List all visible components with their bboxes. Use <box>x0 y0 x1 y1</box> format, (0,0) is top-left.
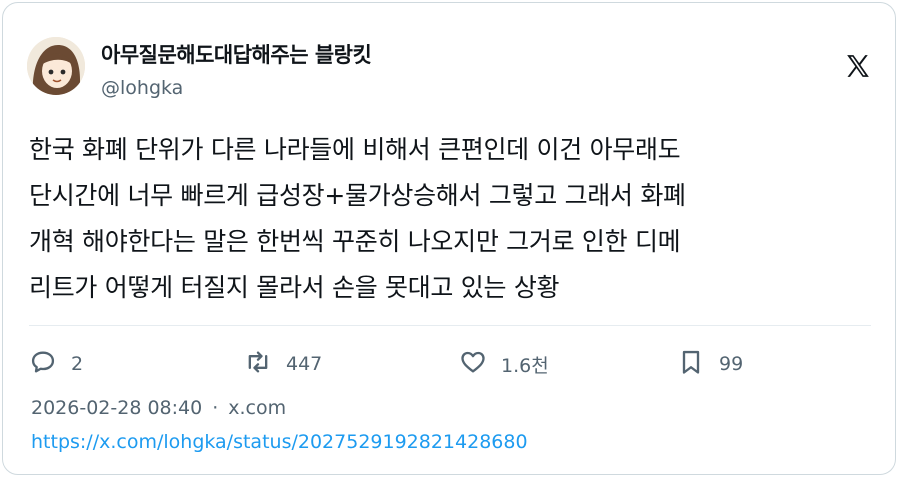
heart-icon <box>459 348 487 381</box>
bookmark-button[interactable]: 99 <box>677 346 743 382</box>
status-url-link[interactable]: https://x.com/lohgka/status/202752919282… <box>31 431 528 453</box>
timestamp[interactable]: 2026-02-28 08:40 <box>31 397 202 419</box>
x-logo-icon[interactable] <box>845 53 871 79</box>
source-site[interactable]: x.com <box>228 397 286 419</box>
like-count: 1.6천 <box>501 354 549 377</box>
reply-count: 2 <box>71 353 84 375</box>
repost-button[interactable]: 447 <box>244 346 322 382</box>
avatar[interactable] <box>27 37 85 95</box>
tweet-card: 아무질문해도대답해주는 블랑킷 @lohgka 한국 화폐 단위가 다른 나라들… <box>2 2 896 475</box>
bookmark-count: 99 <box>719 353 744 375</box>
repost-count: 447 <box>286 353 323 375</box>
tweet-meta: 2026-02-28 08:40 · x.com <box>31 397 286 419</box>
tweet-actions: 2 447 1.6천 99 <box>29 346 829 386</box>
like-button[interactable]: 1.6천 <box>459 346 549 382</box>
author-display-name[interactable]: 아무질문해도대답해주는 블랑킷 <box>101 39 372 69</box>
avatar-illustration-icon <box>27 37 85 95</box>
divider <box>29 325 871 326</box>
repost-arrows-icon <box>244 348 272 381</box>
meta-separator: · <box>212 397 219 419</box>
bookmark-icon <box>677 348 705 381</box>
tweet-text: 한국 화폐 단위가 다른 나라들에 비해서 큰편인데 이건 아무래도 단시간에 … <box>29 135 686 302</box>
author-handle[interactable]: @lohgka <box>101 77 183 99</box>
speech-bubble-icon <box>29 348 57 381</box>
reply-button[interactable]: 2 <box>29 346 83 382</box>
